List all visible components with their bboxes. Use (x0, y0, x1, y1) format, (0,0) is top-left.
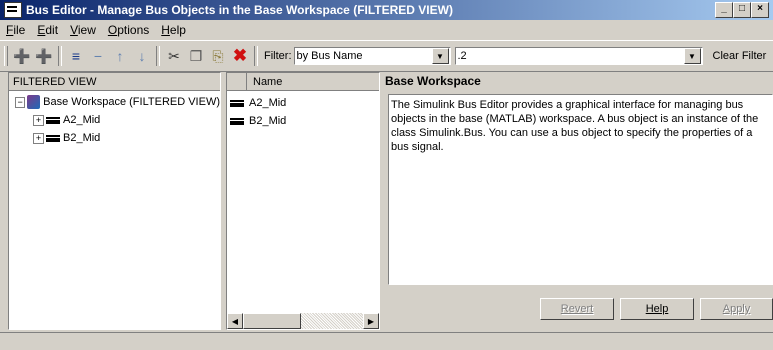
chevron-down-icon[interactable]: ▼ (431, 48, 449, 64)
close-button[interactable]: × (751, 2, 769, 18)
toolbar-separator (156, 46, 160, 66)
toolbar: ➕ ➕ ≡ − ↑ ↓ ✂ ❐ ⎘ ✖ Filter: by Bus Name … (0, 40, 773, 72)
list-header-row: Name (227, 73, 379, 91)
bus-object-icon (230, 99, 244, 107)
scroll-left-icon[interactable]: ◀ (227, 313, 243, 329)
insert-element-icon[interactable]: ≡ (65, 45, 87, 67)
toolbar-separator (254, 46, 258, 66)
move-down-icon[interactable]: ↓ (131, 45, 153, 67)
bus-editor-app-icon (4, 2, 22, 18)
menu-file[interactable]: File (0, 23, 31, 37)
menu-edit[interactable]: Edit (31, 23, 64, 37)
bus-object-icon (46, 134, 60, 142)
expand-icon[interactable]: + (33, 132, 44, 144)
paste-icon[interactable]: ⎘ (207, 45, 229, 67)
horizontal-scrollbar[interactable]: ◀ ▶ (227, 313, 379, 329)
list-item[interactable]: B2_Mid (227, 112, 379, 130)
workspace-icon (27, 95, 41, 109)
tree-item-label: B2_Mid (63, 132, 101, 144)
details-title: Base Workspace (385, 74, 481, 88)
menu-options[interactable]: Options (102, 23, 155, 37)
scrollbar-track[interactable] (301, 313, 363, 329)
menu-help[interactable]: Help (155, 23, 192, 37)
window-title: Bus Editor - Manage Bus Objects in the B… (26, 3, 453, 17)
bus-object-icon (230, 117, 244, 125)
title-bar: Bus Editor - Manage Bus Objects in the B… (0, 0, 773, 20)
list-icon-column-header (227, 73, 247, 90)
contents-list-panel: Name A2_Mid B2_Mid ◀ ▶ (226, 72, 380, 330)
filter-text-input[interactable]: .2 ▼ (454, 47, 703, 65)
tree-header: FILTERED VIEW (9, 73, 220, 91)
scrollbar-thumb[interactable] (243, 313, 301, 329)
tree-root-row[interactable]: − Base Workspace (FILTERED VIEW) (9, 93, 220, 111)
apply-button[interactable]: Apply (700, 298, 773, 320)
bus-object-icon (46, 116, 60, 124)
description-text: The Simulink Bus Editor provides a graph… (388, 94, 773, 285)
add-bus-icon[interactable]: ➕ (11, 45, 33, 67)
delete-icon[interactable]: ✖ (229, 45, 251, 67)
list-item-label: B2_Mid (249, 115, 287, 127)
list-item[interactable]: A2_Mid (227, 94, 379, 112)
copy-icon[interactable]: ❐ (185, 45, 207, 67)
minimize-button[interactable]: _ (715, 2, 733, 18)
expand-icon[interactable]: + (33, 114, 44, 126)
clear-filter-button[interactable]: Clear Filter (713, 50, 767, 62)
toolbar-grip (4, 46, 8, 66)
filter-type-value: by Bus Name (296, 50, 363, 62)
scroll-right-icon[interactable]: ▶ (363, 313, 379, 329)
help-button[interactable]: Help (620, 298, 694, 320)
menu-bar: File Edit View Options Help (0, 20, 773, 40)
maximize-button[interactable]: □ (733, 2, 751, 18)
collapse-icon[interactable]: − (15, 96, 26, 108)
remove-element-icon[interactable]: − (87, 45, 109, 67)
tree-root-label: Base Workspace (FILTERED VIEW) (43, 96, 220, 108)
filter-type-select[interactable]: by Bus Name ▼ (293, 47, 451, 65)
tree-panel: FILTERED VIEW − Base Workspace (FILTERED… (8, 72, 221, 330)
details-panel: Base Workspace The Simulink Bus Editor p… (382, 72, 773, 330)
tree-item-label: A2_Mid (63, 114, 101, 126)
toolbar-separator (58, 46, 62, 66)
revert-button[interactable]: Revert (540, 298, 614, 320)
list-name-column-header[interactable]: Name (247, 76, 282, 88)
move-up-icon[interactable]: ↑ (109, 45, 131, 67)
tree-item[interactable]: + B2_Mid (9, 129, 220, 147)
chevron-down-icon[interactable]: ▼ (683, 48, 701, 64)
cut-icon[interactable]: ✂ (163, 45, 185, 67)
list-item-label: A2_Mid (249, 97, 287, 109)
filter-label: Filter: (264, 50, 292, 62)
menu-view[interactable]: View (64, 23, 102, 37)
window-controls: _ □ × (715, 2, 769, 18)
filter-text-value: .2 (457, 50, 467, 62)
add-bus-element-icon[interactable]: ➕ (33, 45, 55, 67)
tree-item[interactable]: + A2_Mid (9, 111, 220, 129)
status-bar (0, 332, 773, 350)
